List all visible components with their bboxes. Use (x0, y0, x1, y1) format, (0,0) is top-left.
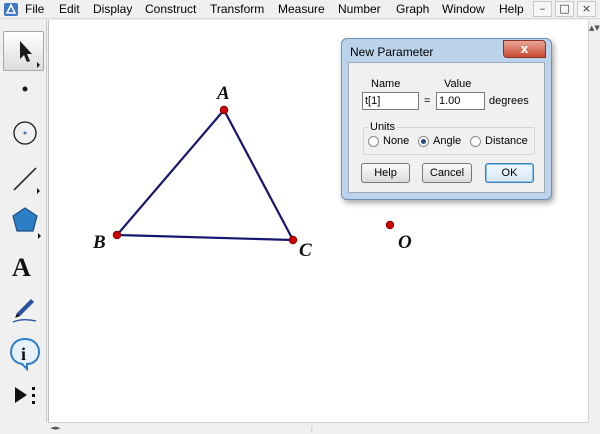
scrollbar-corner (588, 422, 600, 434)
menu-file[interactable]: File (25, 2, 44, 17)
tool-marker[interactable] (3, 291, 44, 331)
menu-graph[interactable]: Graph (396, 2, 429, 17)
segment-ab[interactable] (116, 109, 225, 236)
point-a[interactable] (219, 105, 229, 115)
point-label-a: A (216, 83, 230, 104)
radio-distance[interactable] (470, 136, 481, 147)
window-controls: – □ × (533, 1, 596, 18)
point-icon (22, 86, 28, 92)
tool-text[interactable]: A (3, 247, 44, 287)
polygon-icon (12, 207, 41, 239)
menu-bar: File Edit Display Construct Transform Me… (0, 0, 600, 19)
name-label: Name (371, 78, 401, 90)
menu-construct[interactable]: Construct (145, 2, 196, 17)
horizontal-scrollbar[interactable]: ◄► ⦙ (48, 422, 588, 434)
menu-transform[interactable]: Transform (210, 2, 264, 17)
marker-icon (12, 299, 37, 323)
equals-sign: = (424, 95, 431, 107)
close-window-button[interactable]: × (577, 1, 596, 17)
radio-none[interactable] (368, 136, 379, 147)
selection-arrow-icon (20, 41, 40, 68)
vertical-scrollbar[interactable]: ▲▼ (588, 20, 600, 422)
segment-bc[interactable] (116, 233, 294, 242)
point-label-o: O (398, 232, 412, 253)
point-label-c: C (299, 240, 312, 261)
dialog-body: Name Value t[1] = 1.00 degrees Units Non… (348, 62, 545, 193)
point-o[interactable] (385, 220, 395, 230)
units-label: Units (368, 121, 398, 133)
maximize-button[interactable]: □ (555, 1, 574, 17)
straightedge-icon (13, 167, 40, 194)
information-icon: i (9, 337, 41, 372)
radio-angle[interactable] (418, 136, 429, 147)
radio-none-label[interactable]: None (383, 135, 409, 147)
radio-distance-label[interactable]: Distance (485, 135, 528, 147)
app-icon (4, 3, 18, 16)
menu-display[interactable]: Display (93, 2, 132, 17)
name-field[interactable]: t[1] (362, 92, 419, 110)
menu-help[interactable]: Help (499, 2, 524, 17)
unit-suffix: degrees (489, 95, 529, 107)
tool-polygon[interactable] (3, 203, 44, 243)
triangle-segments (116, 109, 294, 242)
information-glyph: i (21, 344, 26, 364)
scroll-left-arrow[interactable]: ◄► (50, 423, 70, 433)
custom-tool-icon (15, 387, 35, 404)
menu-edit[interactable]: Edit (59, 2, 80, 17)
minimize-button[interactable]: – (533, 1, 552, 17)
help-button[interactable]: Help (361, 163, 410, 183)
scroll-grip[interactable]: ⦙ (311, 425, 313, 434)
menu-number[interactable]: Number (338, 2, 381, 17)
compass-icon (13, 121, 37, 145)
tool-custom[interactable] (3, 378, 44, 418)
dialog-title: New Parameter (350, 45, 434, 59)
tool-compass[interactable] (3, 116, 44, 156)
ok-button[interactable]: OK (485, 163, 534, 183)
text-tool-glyph: A (12, 253, 31, 282)
tool-information[interactable]: i (3, 334, 44, 374)
point-c[interactable] (288, 235, 298, 245)
menu-measure[interactable]: Measure (278, 2, 325, 17)
value-field[interactable]: 1.00 (436, 92, 485, 110)
tool-arrow[interactable] (3, 31, 44, 71)
menu-window[interactable]: Window (442, 2, 485, 17)
scroll-up-arrow[interactable]: ▲▼ (589, 23, 600, 33)
radio-angle-label[interactable]: Angle (433, 135, 461, 147)
new-parameter-dialog: New Parameter x Name Value t[1] = 1.00 d… (341, 38, 552, 200)
cancel-button[interactable]: Cancel (422, 163, 472, 183)
toolbox: A i (0, 20, 47, 422)
tool-point[interactable] (3, 74, 44, 114)
tool-straightedge[interactable] (3, 160, 44, 200)
segment-ca[interactable] (223, 109, 294, 241)
point-label-b: B (92, 232, 106, 253)
text-icon: A (12, 253, 31, 282)
point-b[interactable] (112, 230, 122, 240)
value-label: Value (444, 78, 472, 90)
dialog-close-button[interactable]: x (503, 40, 546, 58)
